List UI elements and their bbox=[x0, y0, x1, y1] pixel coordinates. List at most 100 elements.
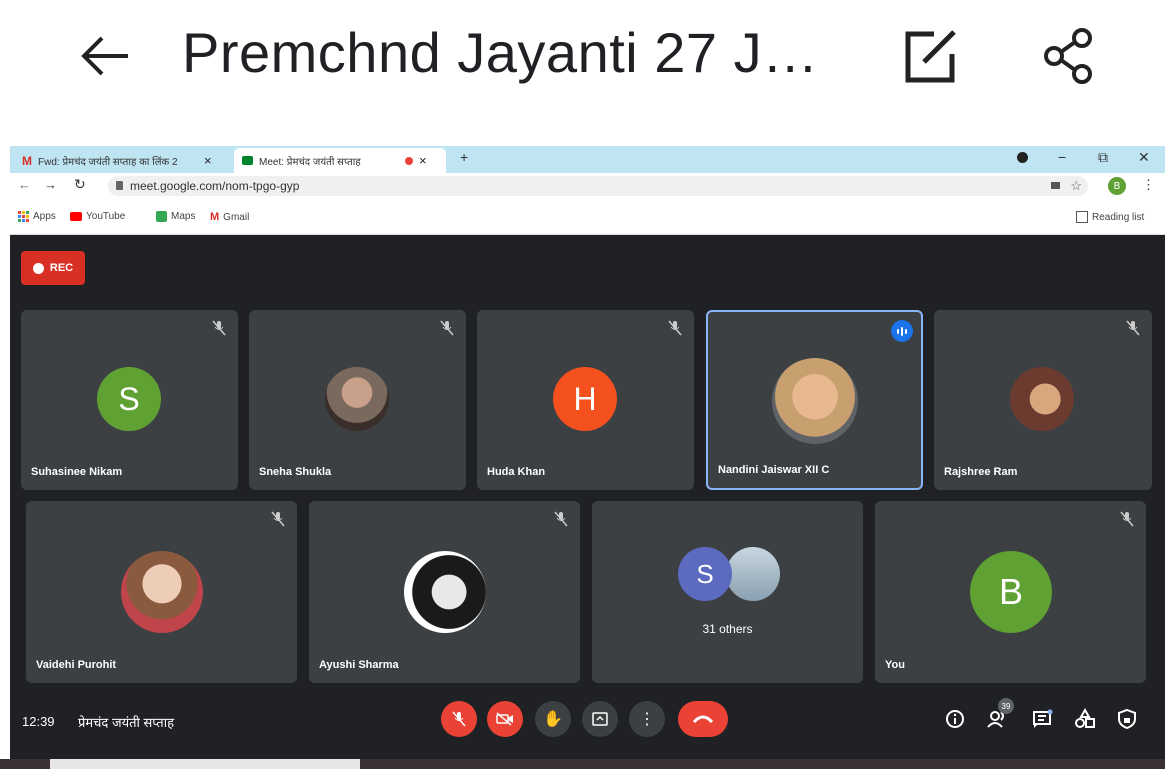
close-icon[interactable]: × bbox=[204, 153, 212, 168]
back-arrow-icon[interactable] bbox=[78, 28, 134, 84]
participant-tile[interactable]: Ayushi Sharma bbox=[309, 501, 580, 683]
tab-bar: M Fwd: प्रेमचंद जयंती सप्ताह का लिंक 2 ×… bbox=[10, 146, 1165, 173]
hang-up-icon bbox=[692, 715, 714, 724]
tab-label: Meet: प्रेमचंद जयंती सप्ताह bbox=[259, 156, 361, 168]
gmail-icon: M bbox=[22, 153, 32, 168]
avatar: S bbox=[678, 547, 732, 601]
raise-hand-button[interactable]: ✋ bbox=[535, 701, 571, 737]
mic-off-icon bbox=[554, 511, 568, 527]
mic-off-icon bbox=[271, 511, 285, 527]
new-tab-button[interactable]: + bbox=[460, 149, 468, 165]
star-icon[interactable]: ☆ bbox=[1070, 178, 1082, 194]
record-dot-icon bbox=[32, 262, 44, 274]
bookmark-label: Gmail bbox=[223, 211, 250, 223]
participant-tile[interactable]: Vaidehi Purohit bbox=[26, 501, 297, 683]
page-title: Premchnd Jayanti 27 J… bbox=[182, 21, 819, 84]
speaking-indicator-icon bbox=[891, 320, 913, 342]
bookmark-youtube[interactable]: YouTube bbox=[70, 211, 125, 222]
participant-tile[interactable]: H Huda Khan bbox=[477, 310, 694, 490]
participant-tile[interactable]: Rajshree Ram bbox=[934, 310, 1152, 490]
tab-meet[interactable]: Meet: प्रेमचंद जयंती सप्ताह × bbox=[234, 148, 446, 173]
participant-name: Nandini Jaiswar XII C bbox=[718, 464, 830, 476]
restore-icon[interactable]: ⧉ bbox=[1098, 149, 1108, 166]
reading-list-button[interactable]: Reading list bbox=[1076, 211, 1144, 223]
forward-icon[interactable]: → bbox=[44, 177, 57, 192]
others-tile[interactable]: S 31 others bbox=[592, 501, 863, 683]
url-input[interactable]: meet.google.com/nom-tpgo-gyp ☆ bbox=[108, 176, 1088, 196]
present-icon bbox=[592, 712, 608, 726]
bookmark-gmail[interactable]: M Gmail bbox=[210, 211, 249, 223]
address-bar: ← → ↻ meet.google.com/nom-tpgo-gyp ☆ B ⋮ bbox=[10, 173, 1165, 199]
bookmarks-bar: Apps YouTube Maps M Gmail Reading list bbox=[10, 199, 1165, 235]
activities-icon[interactable] bbox=[1074, 708, 1096, 730]
taskbar-search[interactable] bbox=[50, 759, 360, 769]
reload-icon[interactable]: ↻ bbox=[74, 176, 86, 193]
more-vert-icon: ⋮ bbox=[639, 711, 655, 728]
gmail-icon: M bbox=[210, 211, 220, 223]
camera-toggle-button[interactable] bbox=[487, 701, 523, 737]
mic-toggle-button[interactable] bbox=[441, 701, 477, 737]
mic-off-icon bbox=[1120, 511, 1134, 527]
browser-window: M Fwd: प्रेमचंद जयंती सप्ताह का लिंक 2 ×… bbox=[10, 146, 1165, 769]
camera-icon[interactable] bbox=[1051, 182, 1060, 189]
avatar bbox=[772, 358, 858, 444]
participant-name: Suhasinee Nikam bbox=[31, 466, 123, 478]
avatar: B bbox=[970, 551, 1052, 633]
participant-name: Vaidehi Purohit bbox=[36, 659, 117, 671]
edit-icon[interactable] bbox=[898, 24, 962, 88]
people-count-badge: 39 bbox=[998, 698, 1014, 714]
tab-gmail[interactable]: M Fwd: प्रेमचंद जयंती सप्ताह का लिंक 2 × bbox=[14, 148, 232, 173]
avatar bbox=[325, 367, 389, 431]
participant-tile[interactable]: S Suhasinee Nikam bbox=[21, 310, 238, 490]
mic-off-icon bbox=[440, 320, 454, 336]
people-button[interactable]: 39 bbox=[986, 698, 1014, 730]
youtube-icon bbox=[70, 212, 82, 221]
bookmark-label: Maps bbox=[171, 211, 196, 222]
clock: 12:39 bbox=[22, 714, 55, 729]
url-text: meet.google.com/nom-tpgo-gyp bbox=[130, 179, 300, 193]
participant-name: Sneha Shukla bbox=[259, 466, 332, 478]
host-controls-icon[interactable] bbox=[1116, 708, 1138, 730]
maps-icon bbox=[156, 211, 167, 222]
meet-icon bbox=[242, 156, 253, 165]
tab-label: Fwd: प्रेमचंद जयंती सप्ताह का लिंक 2 bbox=[38, 156, 178, 168]
mic-off-icon bbox=[212, 320, 226, 336]
extension-icon[interactable] bbox=[1017, 152, 1028, 163]
more-options-button[interactable]: ⋮ bbox=[629, 701, 665, 737]
bookmark-label: Apps bbox=[33, 211, 56, 222]
avatar bbox=[1010, 367, 1074, 431]
others-count: 31 others bbox=[702, 622, 753, 636]
present-button[interactable] bbox=[582, 701, 618, 737]
bookmark-label: YouTube bbox=[86, 211, 126, 222]
info-icon[interactable] bbox=[944, 708, 966, 730]
share-icon[interactable] bbox=[1040, 26, 1096, 86]
recording-badge: REC bbox=[21, 251, 85, 285]
phone-app-header: Premchnd Jayanti 27 J… bbox=[0, 0, 1165, 140]
hand-icon: ✋ bbox=[543, 711, 563, 728]
recording-icon bbox=[405, 156, 413, 165]
participant-name: Ayushi Sharma bbox=[319, 659, 399, 671]
participant-tile[interactable]: Sneha Shukla bbox=[249, 310, 466, 490]
leave-call-button[interactable] bbox=[678, 701, 728, 737]
avatar bbox=[404, 551, 486, 633]
mic-off-icon bbox=[1126, 320, 1140, 336]
taskbar-strip bbox=[0, 759, 1165, 769]
self-tile[interactable]: B You bbox=[875, 501, 1146, 683]
bookmark-maps[interactable]: Maps bbox=[156, 211, 195, 222]
back-icon[interactable]: ← bbox=[18, 177, 31, 192]
minimize-icon[interactable]: − bbox=[1058, 149, 1066, 165]
mic-off-icon bbox=[452, 711, 466, 727]
participant-name: You bbox=[885, 659, 905, 671]
chat-icon[interactable] bbox=[1031, 708, 1053, 730]
mic-off-icon bbox=[668, 320, 682, 336]
participant-name: Huda Khan bbox=[487, 466, 546, 478]
participant-tile-speaking[interactable]: Nandini Jaiswar XII C bbox=[706, 310, 923, 490]
window-close-icon[interactable]: ✕ bbox=[1138, 149, 1150, 166]
apps-grid-icon bbox=[18, 211, 29, 222]
close-icon[interactable]: × bbox=[419, 153, 427, 168]
more-menu-icon[interactable]: ⋮ bbox=[1142, 177, 1155, 193]
avatar[interactable]: B bbox=[1108, 177, 1126, 195]
participant-name: Rajshree Ram bbox=[944, 466, 1018, 478]
meet-stage: REC S Suhasinee Nikam Sneha Shukla H Hud… bbox=[10, 235, 1165, 769]
bookmark-apps[interactable]: Apps bbox=[18, 211, 56, 222]
